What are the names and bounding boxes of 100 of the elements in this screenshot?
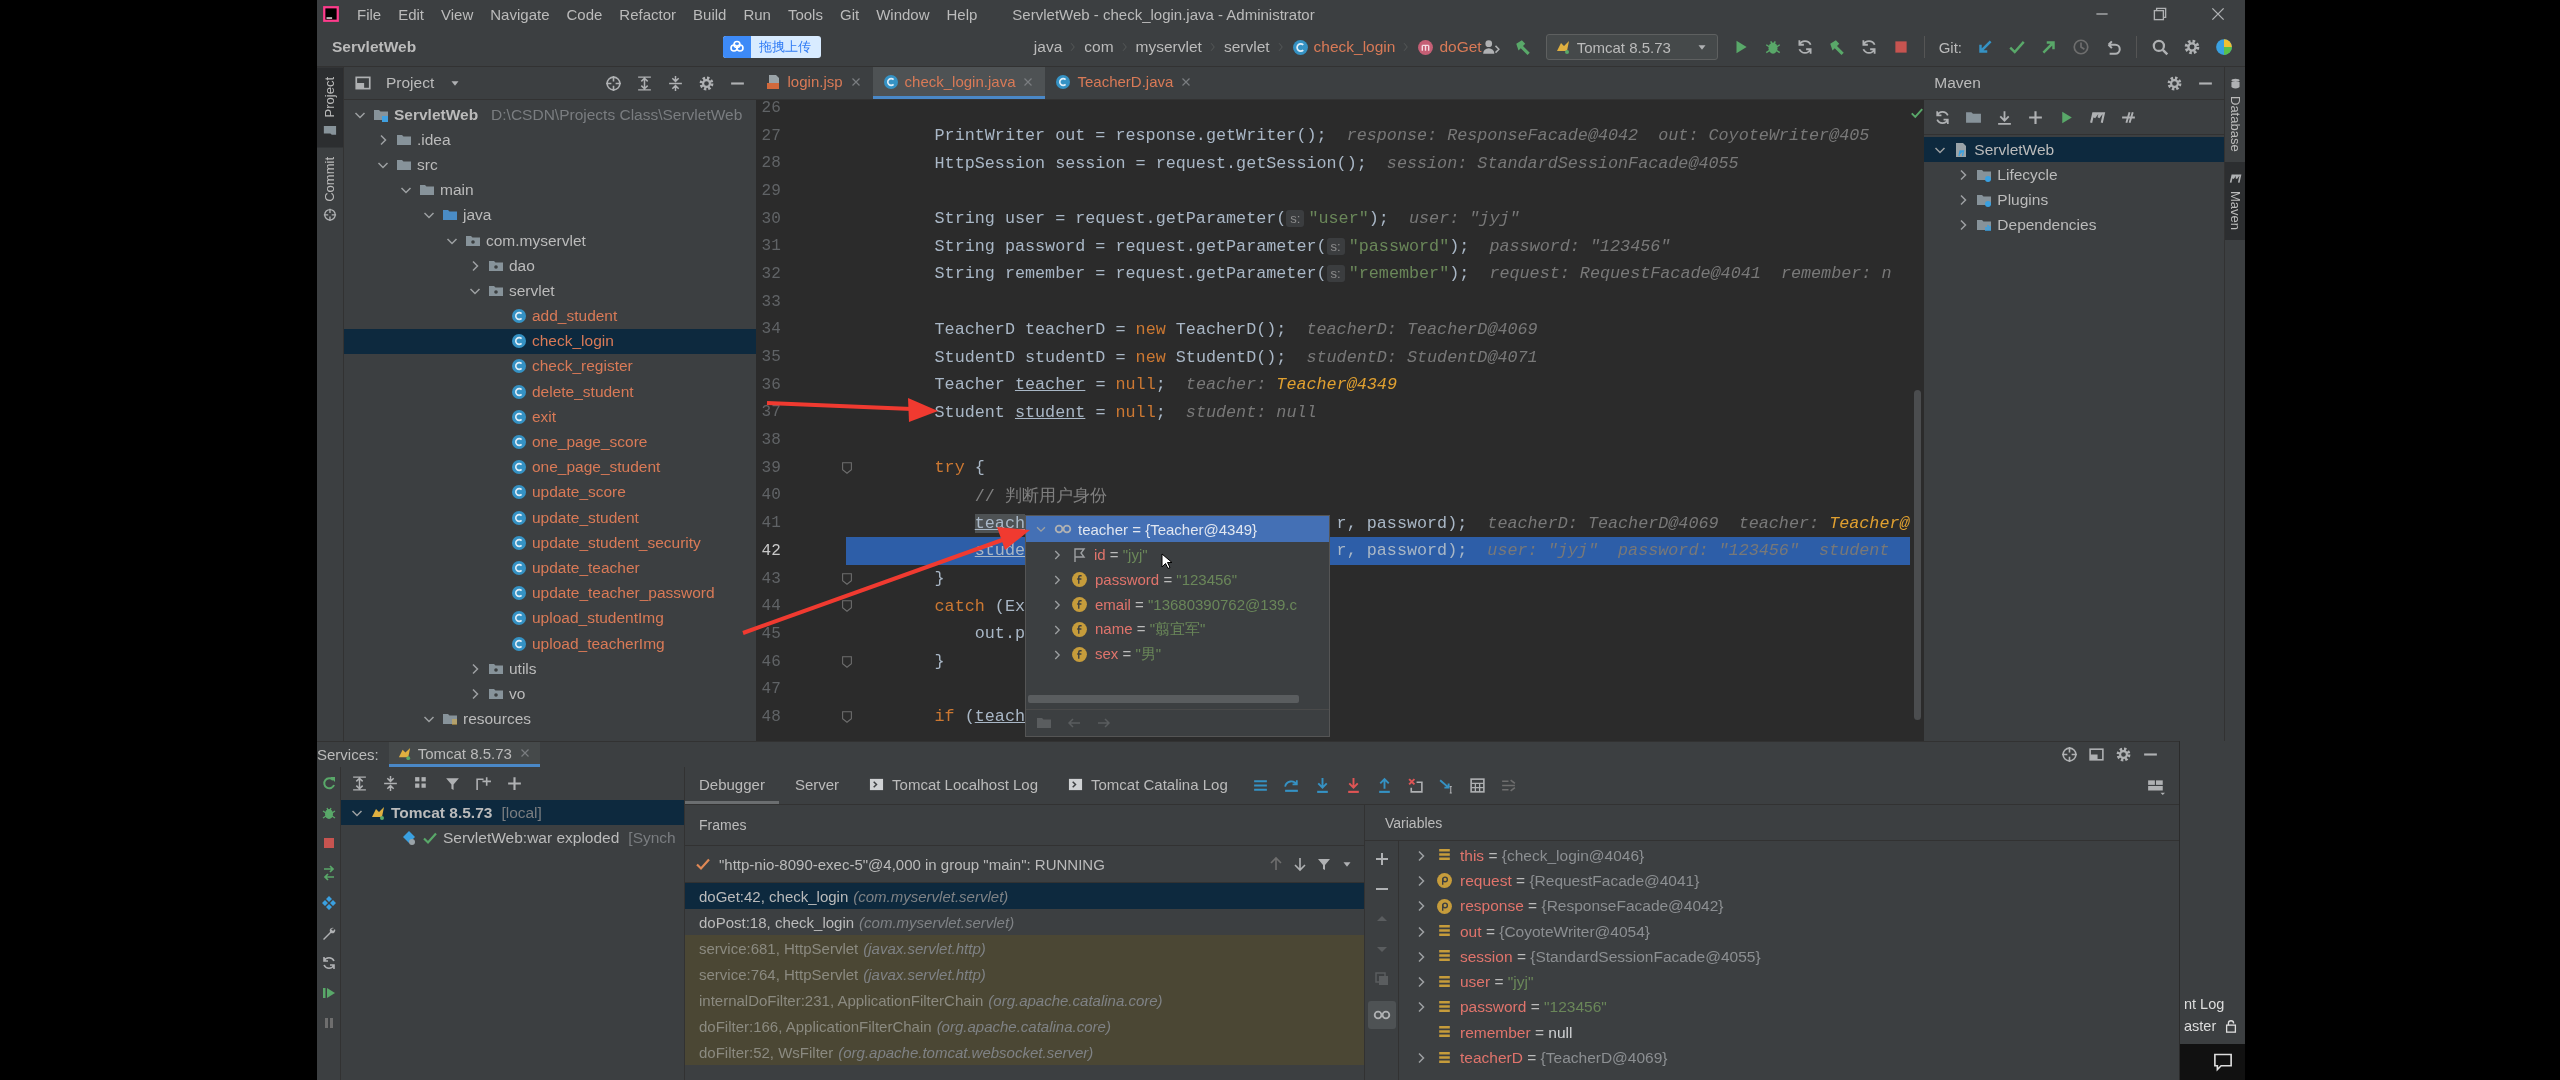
plus-icon[interactable] bbox=[506, 775, 523, 792]
tree-item[interactable]: Tomcat 8.5.73 [local] bbox=[341, 800, 684, 826]
chat-icon[interactable] bbox=[2213, 1052, 2233, 1072]
drop-frame-icon[interactable] bbox=[1406, 777, 1424, 794]
breadcrumb-item[interactable]: doGet bbox=[1417, 38, 1482, 56]
tree-item[interactable]: resources bbox=[343, 706, 756, 732]
tree-item[interactable]: update_student_security bbox=[343, 530, 756, 556]
add-service-icon[interactable] bbox=[475, 775, 492, 792]
filter-icon[interactable] bbox=[444, 775, 461, 792]
refresh-icon[interactable] bbox=[1859, 38, 1878, 56]
editor-tab[interactable]: TeacherD.java bbox=[1045, 67, 1204, 99]
settings-icon[interactable] bbox=[2183, 38, 2201, 56]
tree-item[interactable]: ServletWeb:war exploded [Synch bbox=[341, 825, 684, 851]
collapse-all-icon[interactable] bbox=[382, 775, 399, 792]
fold-marker-icon[interactable] bbox=[839, 571, 854, 586]
scrollbar[interactable] bbox=[1913, 390, 1921, 720]
locate-icon[interactable] bbox=[2061, 746, 2078, 763]
tree-item[interactable]: com.myservlet bbox=[343, 227, 756, 254]
restore-icon[interactable] bbox=[2151, 5, 2169, 23]
menu-item[interactable]: Edit bbox=[398, 5, 425, 23]
variable-entry[interactable]: session = {StandardSessionFacade@4055} bbox=[1460, 947, 1761, 966]
field-entry[interactable]: email = "13680390762@139.c bbox=[1095, 596, 1297, 613]
tool-window-tab[interactable]: Database bbox=[2225, 67, 2245, 162]
arrow-up-icon[interactable] bbox=[1268, 856, 1284, 872]
tree-item[interactable]: delete_student bbox=[343, 379, 756, 405]
tree-item[interactable]: exit bbox=[343, 404, 756, 430]
variable-entry[interactable]: response = {ResponseFacade@4042} bbox=[1460, 897, 1724, 916]
breadcrumb-item[interactable]: check_login bbox=[1291, 38, 1396, 56]
menu-item[interactable]: Navigate bbox=[490, 5, 550, 23]
arrow-down-left-icon[interactable] bbox=[1976, 38, 1994, 56]
variable-entry[interactable]: user = "jyj" bbox=[1460, 973, 1534, 992]
menu-item[interactable]: Refactor bbox=[619, 5, 677, 23]
deploy-icon[interactable] bbox=[320, 895, 337, 911]
upload-button[interactable]: 拖拽上传 bbox=[722, 36, 821, 58]
download-icon[interactable] bbox=[1996, 108, 2014, 126]
settings-icon[interactable] bbox=[2115, 746, 2132, 763]
tree-item[interactable]: update_student bbox=[343, 505, 756, 531]
tree-item[interactable]: ServletWeb bbox=[1924, 137, 2224, 163]
tree-item[interactable]: update_score bbox=[343, 479, 756, 505]
refresh-icon[interactable] bbox=[1795, 38, 1814, 56]
tree-item[interactable]: src bbox=[343, 152, 756, 178]
tree-item[interactable]: main bbox=[343, 177, 756, 203]
menu-item[interactable]: Window bbox=[876, 5, 930, 23]
tree-item[interactable]: update_teacher_password bbox=[343, 580, 756, 606]
menu-item[interactable]: View bbox=[441, 5, 474, 23]
field-entry[interactable]: password = "123456" bbox=[1095, 571, 1237, 588]
expand-all-icon[interactable] bbox=[635, 74, 653, 92]
tree-item[interactable]: upload_studentImg bbox=[343, 605, 756, 631]
locate-icon[interactable] bbox=[604, 74, 622, 92]
field-entry[interactable]: id = "jyj" bbox=[1094, 546, 1148, 563]
debugger-tab[interactable]: Tomcat Catalina Log bbox=[1054, 767, 1242, 804]
tree-item[interactable]: check_register bbox=[343, 353, 756, 380]
menu-item[interactable]: Build bbox=[693, 5, 727, 23]
clock-icon[interactable] bbox=[2072, 38, 2090, 56]
bug-icon[interactable] bbox=[1763, 38, 1782, 56]
user-icon[interactable] bbox=[1481, 38, 1500, 56]
tree-item[interactable]: one_page_score bbox=[343, 429, 756, 455]
services-tab[interactable]: Tomcat 8.5.73 bbox=[388, 742, 540, 767]
menu-item[interactable]: Code bbox=[566, 5, 603, 23]
tree-item[interactable]: Lifecycle bbox=[1924, 162, 2224, 188]
run-configuration-dropdown[interactable]: Tomcat 8.5.73 bbox=[1545, 34, 1718, 60]
fold-marker-icon[interactable] bbox=[839, 654, 854, 669]
field-entry[interactable]: sex = "男" bbox=[1095, 645, 1162, 664]
tree-item[interactable]: one_page_student bbox=[343, 454, 756, 480]
plus-icon[interactable] bbox=[2027, 108, 2045, 126]
tree-item[interactable]: dao bbox=[343, 253, 756, 279]
close-icon[interactable] bbox=[2209, 5, 2227, 23]
variable-entry[interactable]: request = {RequestFacade@4041} bbox=[1460, 871, 1700, 890]
settings-icon[interactable] bbox=[2166, 74, 2183, 92]
calculator-icon[interactable] bbox=[1468, 777, 1486, 794]
tool-window-tab[interactable]: Commit bbox=[317, 147, 343, 233]
resume-icon[interactable] bbox=[320, 985, 337, 1001]
arrow-up-right-icon[interactable] bbox=[2040, 38, 2058, 56]
arrow-down-icon[interactable] bbox=[1292, 856, 1308, 872]
search-icon[interactable] bbox=[2151, 38, 2169, 56]
tree-item[interactable]: utils bbox=[343, 656, 756, 682]
fold-marker-icon[interactable] bbox=[839, 460, 854, 475]
refresh-icon[interactable] bbox=[320, 955, 337, 971]
check-icon[interactable] bbox=[2008, 38, 2026, 56]
tool-window-tab[interactable]: Maven bbox=[2225, 161, 2245, 240]
tool-window-tab[interactable]: Project bbox=[317, 67, 343, 148]
tree-item[interactable]: Plugins bbox=[1924, 187, 2224, 213]
breadcrumb-item[interactable]: ServletWeb bbox=[332, 38, 711, 56]
menu-item[interactable]: Git bbox=[839, 5, 860, 23]
field-entry[interactable]: name = "翦宜军" bbox=[1095, 620, 1206, 639]
debugger-tab[interactable]: Tomcat Localhost Log bbox=[855, 767, 1052, 804]
editor-tab[interactable]: login.jsp bbox=[755, 67, 873, 99]
scrollbar[interactable] bbox=[1028, 695, 1299, 703]
fold-marker-icon[interactable] bbox=[839, 709, 854, 724]
step-over-icon[interactable] bbox=[1282, 777, 1300, 794]
menu-icon[interactable] bbox=[1251, 777, 1269, 794]
tree-item[interactable]: add_student bbox=[343, 303, 756, 329]
bug-icon[interactable] bbox=[320, 805, 337, 821]
layout-icon[interactable] bbox=[2088, 746, 2105, 763]
popup-title[interactable]: teacher = {Teacher@4349} bbox=[1026, 516, 1329, 542]
expand-all-icon[interactable] bbox=[351, 775, 368, 792]
variable-entry[interactable]: out = {CoyoteWriter@4054} bbox=[1460, 922, 1650, 941]
variable-entry[interactable]: teacherD = {TeacherD@4069} bbox=[1460, 1049, 1668, 1067]
debugger-tab[interactable]: Debugger bbox=[685, 767, 779, 804]
tree-item[interactable]: update_teacher bbox=[343, 555, 756, 581]
